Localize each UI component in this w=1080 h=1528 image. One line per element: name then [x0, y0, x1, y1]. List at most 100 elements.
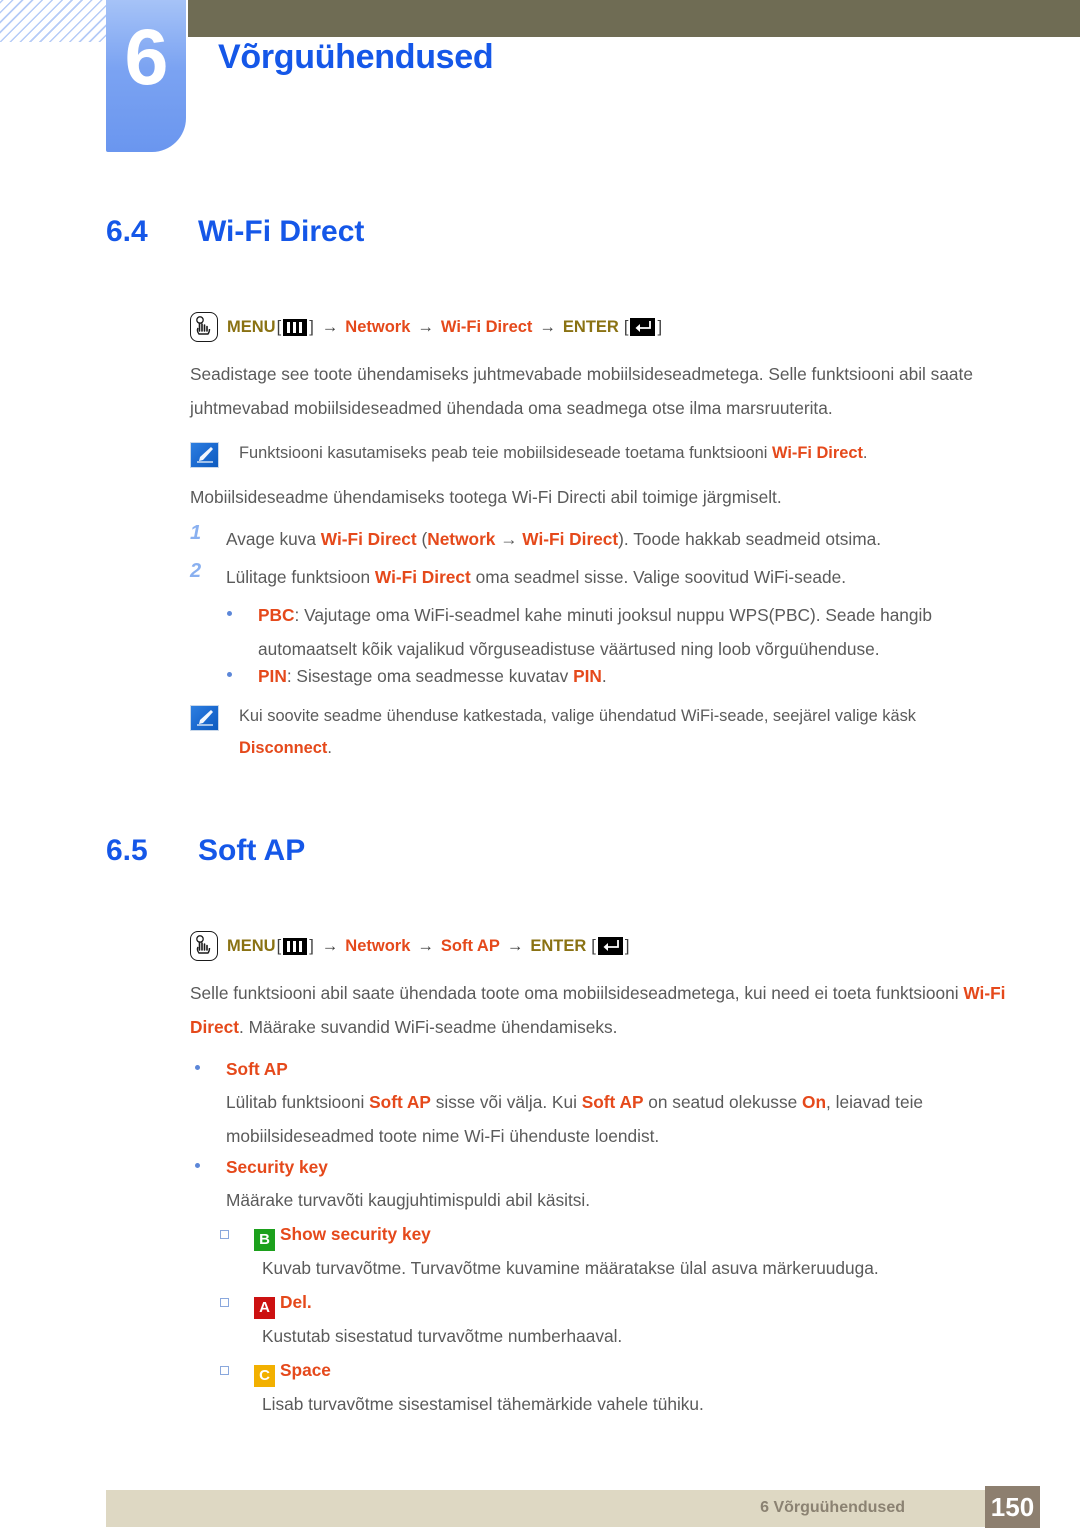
section-number-6-5: 6.5 [106, 834, 148, 867]
path-arrow-5: → [417, 936, 434, 955]
note-2-after: . [327, 739, 332, 757]
option-security-key-label: Security key [226, 1157, 328, 1177]
key-badge-c: C [254, 1365, 275, 1387]
enter-label: ENTER [562, 317, 619, 336]
bullet-pbc-body: PBC: Vajutage oma WiFi-seadmel kahe minu… [258, 598, 982, 666]
key-item-c-label-wrap: C Space [254, 1353, 331, 1387]
bullet-pbc-text: : Vajutage oma WiFi-seadmel kahe minuti … [258, 605, 932, 659]
bracket-open: [ [276, 317, 282, 336]
menu-path-step-soft-ap: Soft AP [440, 936, 500, 955]
step-2-body: Lülitage funktsioon Wi-Fi Direct oma sea… [226, 560, 846, 594]
bullet-dot-pin [222, 659, 258, 693]
enter-return-icon [630, 318, 656, 336]
section-6-4-lead-in: Mobiilsideseadme ühendamiseks tootega Wi… [190, 487, 782, 507]
option-soft-ap: Soft AP [190, 1052, 980, 1086]
bullet-dot-soft-ap [190, 1052, 226, 1086]
menu-path-step-network: Network [345, 317, 411, 336]
key-item-b-description: Kuvab turvavõtme. Turvavõtme kuvamine mä… [262, 1258, 879, 1278]
step-2-t2: oma seadmel sisse. Valige soovitud WiFi-… [470, 567, 847, 587]
note-pencil-icon [190, 442, 219, 468]
chapter-number: 6 [124, 12, 169, 101]
menu-bars-icon [283, 318, 308, 336]
soft-ap-t2: sisse või välja. Kui [430, 1092, 582, 1112]
hand-pointer-icon-2 [190, 931, 218, 961]
key-item-c-label: Space [280, 1360, 331, 1380]
intro-6-5-t2: . Määrake suvandid WiFi-seadme ühendamis… [238, 1017, 618, 1037]
section-number-6-4: 6.4 [106, 215, 148, 248]
menu-path-step-wifi-direct: Wi-Fi Direct [440, 317, 533, 336]
menu-bars-icon-2 [283, 937, 308, 955]
step-1-marker: 1 [190, 522, 202, 544]
footer-chapter-reference: 6 Võrguühendused [760, 1499, 905, 1516]
bracket-close-2: ] [309, 936, 314, 955]
step-1-t3: → [495, 529, 523, 549]
option-soft-ap-description: Lülitab funktsiooni Soft AP sisse või vä… [226, 1085, 986, 1153]
soft-ap-h3: On [802, 1092, 827, 1112]
bracket-close-enter-2: ] [624, 936, 630, 955]
bullet-pin-before: : Sisestage oma seadmesse kuvatav [286, 666, 574, 686]
chapter-title: Võrguühendused [218, 38, 494, 76]
option-security-key-description: Määrake turvavõti kaugjuhtimispuldi abil… [226, 1190, 591, 1210]
intro-6-5-t1: Selle funktsiooni abil saate ühendada to… [190, 983, 964, 1003]
soft-ap-t1: Lülitab funktsiooni [226, 1092, 370, 1112]
step-1-t2: ( [416, 529, 428, 549]
bullet-pin-body: PIN: Sisestage oma seadmesse kuvatav PIN… [258, 659, 607, 693]
header-olive-bar [188, 0, 1080, 37]
bullet-pbc-label: PBC [258, 605, 295, 625]
bracket-open-enter: [ [623, 317, 629, 336]
note-2-before: Kui soovite seadme ühenduse katkestada, … [239, 707, 916, 725]
path-arrow-1: → [321, 317, 339, 336]
footer-page-number: 150 [985, 1486, 1040, 1528]
bullet-pin-label: PIN [258, 666, 287, 686]
key-badge-a: A [254, 1297, 275, 1319]
note-2-highlight: Disconnect [239, 739, 328, 757]
key-item-a-label-wrap: A Del. [254, 1285, 312, 1319]
soft-ap-t3: on seatud olekusse [643, 1092, 803, 1112]
section-6-4-intro-paragraph: Seadistage see toote ühendamiseks juhtme… [190, 364, 973, 418]
note-box-2: Kui soovite seadme ühenduse katkestada, … [190, 700, 1005, 764]
section-title-6-4: Wi-Fi Direct [198, 215, 365, 248]
note-1-after: . [862, 444, 868, 462]
step-1-h2: Network [427, 529, 496, 549]
note-box-2-text: Kui soovite seadme ühenduse katkestada, … [239, 700, 979, 764]
path-arrow-3: → [539, 317, 556, 336]
key-badge-b: B [254, 1229, 275, 1251]
path-arrow-4: → [321, 936, 339, 955]
section-title-6-5: Soft AP [198, 834, 306, 867]
enter-return-icon-2 [597, 937, 623, 955]
bracket-close: ] [309, 317, 314, 336]
step-1-t1: Avage kuva [226, 529, 321, 549]
note-1-highlight: Wi-Fi Direct [772, 444, 863, 462]
menu-label-2: MENU [227, 936, 276, 955]
key-item-b-label: Show security key [280, 1224, 431, 1244]
path-arrow-6: → [506, 936, 524, 955]
menu-path-step-network-2: Network [345, 936, 411, 955]
step-2-marker: 2 [190, 560, 202, 582]
key-item-b-label-wrap: B Show security key [254, 1217, 431, 1251]
bullet-pin-after: . [601, 666, 607, 686]
step-1-t4: ). Toode hakkab seadmeid otsima. [618, 529, 882, 549]
key-item-a-description: Kustutab sisestatud turvavõtme numberhaa… [262, 1326, 623, 1346]
enter-label-2: ENTER [530, 936, 587, 955]
bullet-dot-security-key [190, 1150, 226, 1184]
note-1-before: Funktsiooni kasutamiseks peab teie mobii… [239, 444, 772, 462]
bracket-close-enter: ] [657, 317, 663, 336]
key-item-show-security-key: B Show security key [216, 1217, 986, 1251]
key-item-space: C Space [216, 1353, 986, 1387]
bullet-pin: PIN: Sisestage oma seadmesse kuvatav PIN… [222, 659, 982, 693]
section-6-5-intro-paragraph: Selle funktsiooni abil saate ühendada to… [190, 976, 1008, 1044]
step-1-body: Avage kuva Wi-Fi Direct (Network → Wi-Fi… [226, 522, 881, 556]
bullet-pin-label2: PIN [573, 666, 602, 686]
bracket-open-enter-2: [ [591, 936, 596, 955]
option-security-key: Security key [190, 1150, 980, 1184]
menu-path-wifi-direct: MENU [ ] → Network → Wi-Fi Direct → ENTE… [190, 312, 663, 342]
path-arrow-2: → [417, 317, 434, 336]
bracket-open-2: [ [276, 936, 282, 955]
hand-pointer-icon [190, 312, 218, 342]
step-2-t1: Lülitage funktsioon [226, 567, 375, 587]
menu-path-soft-ap: MENU [ ] → Network → Soft AP → ENTER [ ] [190, 931, 630, 961]
key-item-c-description: Lisab turvavõtme sisestamisel tähemärkid… [262, 1394, 704, 1414]
note-box-1: Funktsiooni kasutamiseks peab teie mobii… [190, 437, 1005, 469]
step-1-h3: Wi-Fi Direct [522, 529, 619, 549]
soft-ap-h1: Soft AP [369, 1092, 431, 1112]
